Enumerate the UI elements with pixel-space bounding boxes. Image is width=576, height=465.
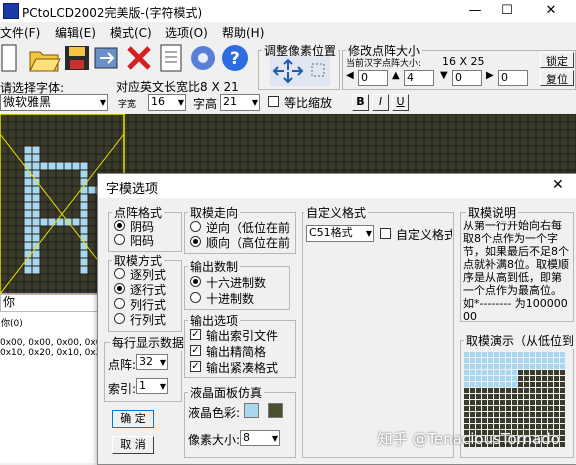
- width-label: 字宽: [118, 100, 137, 110]
- new-icon[interactable]: [0, 42, 30, 74]
- lcd-sim-group: [184, 392, 296, 458]
- checkbox-compact[interactable]: ✓: [190, 345, 201, 356]
- dot-count-select[interactable]: 32: [136, 354, 168, 370]
- option-forward: 顺向（高位在前: [206, 236, 291, 250]
- radio-decimal[interactable]: [190, 292, 201, 303]
- lock-button[interactable]: 锁定: [540, 52, 574, 68]
- radio-yin[interactable]: [114, 220, 125, 231]
- pixel-size-select[interactable]: 8: [240, 430, 280, 446]
- index-select[interactable]: 1: [136, 378, 168, 394]
- up-arrow-icon[interactable]: ▲: [392, 70, 402, 84]
- radio-column-row[interactable]: [114, 298, 125, 309]
- help-icon[interactable]: ?: [220, 42, 250, 74]
- explain-text: 从第一行开始向右每取8个点作为一个字节，如果最后不足8个点就补满8位。取模顺序是…: [463, 219, 569, 322]
- maximize-button[interactable]: ☐: [492, 2, 522, 20]
- checkbox-tight[interactable]: ✓: [190, 361, 201, 372]
- radio-hex[interactable]: [190, 276, 201, 287]
- restore-button[interactable]: 复位: [540, 70, 574, 86]
- radio-reverse[interactable]: [190, 221, 201, 232]
- radio-row-column[interactable]: [114, 313, 125, 324]
- resize-field-top[interactable]: 4: [404, 70, 434, 86]
- underline-button[interactable]: U: [392, 94, 409, 111]
- menu-mode[interactable]: 模式(C): [110, 24, 152, 41]
- settings-icon[interactable]: [188, 42, 218, 74]
- menu-options[interactable]: 选项(O): [165, 24, 208, 41]
- option-row-column: 行列式: [130, 313, 167, 327]
- explain-label: 取模说明: [466, 204, 519, 221]
- option-yang: 阳码: [130, 234, 155, 248]
- preview-panel: 你 你(0) 0x00, 0x00, 0x00, 0x00, 0x00 0x10…: [0, 294, 135, 463]
- bold-button[interactable]: B: [352, 94, 369, 111]
- per-line-label: 每行显示数据: [110, 334, 187, 351]
- lcd-sim-label: 液晶面板仿真: [188, 384, 265, 401]
- scale-label: 等比缩放: [284, 96, 333, 110]
- menu-help[interactable]: 帮助(H): [222, 24, 264, 41]
- watermark-text: 知乎 @TenaciousTornado: [377, 430, 560, 448]
- custom-format-checkbox-label: 自定义格式: [396, 228, 452, 242]
- char-input[interactable]: 你: [0, 294, 100, 312]
- lcd-background-swatch[interactable]: [268, 403, 283, 418]
- option-hex: 十六进制数: [206, 276, 267, 290]
- option-decimal: 十进制数: [206, 292, 255, 306]
- dialog-title: 字模选项: [106, 182, 159, 197]
- option-index-file: 输出索引文件: [206, 329, 279, 343]
- checkbox-index-file[interactable]: ✓: [190, 329, 201, 340]
- lcd-foreground-swatch[interactable]: [244, 403, 259, 418]
- dialog-title-bar: [98, 174, 576, 198]
- close-button[interactable]: ✕: [536, 2, 566, 20]
- index-label: 索引:: [108, 382, 137, 396]
- window-title: PCtoLCD2002完美版-(字符模式): [22, 6, 203, 20]
- custom-format-checkbox[interactable]: [380, 228, 391, 239]
- italic-button[interactable]: I: [372, 94, 389, 111]
- down-arrow-icon[interactable]: ▼: [440, 70, 450, 84]
- resize-field-right[interactable]: 0: [498, 70, 528, 86]
- title-bar: PCtoLCD2002完美版-(字符模式) — ☐ ✕: [0, 0, 576, 22]
- char-index-text: 你(0): [1, 319, 23, 329]
- left-arrow-icon[interactable]: ◀: [346, 70, 356, 84]
- open-icon[interactable]: [28, 42, 61, 74]
- explain-group: 从第一行开始向右每取8个点作为一个字节，如果最后不足8个点就补满8位。取模顺序是…: [460, 212, 574, 322]
- current-size-value: 16 X 25: [442, 55, 485, 68]
- shift-arrows-icon[interactable]: [270, 56, 330, 89]
- radio-yang[interactable]: [114, 234, 125, 245]
- demo-label: 取模演示（从低位到: [464, 332, 576, 349]
- save-icon[interactable]: [62, 42, 92, 74]
- radio-column[interactable]: [114, 268, 125, 279]
- dialog-close-icon[interactable]: ✕: [552, 177, 564, 193]
- lcd-color-label: 液晶色彩:: [188, 406, 241, 420]
- resize-field-bottom[interactable]: 0: [452, 70, 482, 86]
- radio-row[interactable]: [114, 283, 125, 294]
- dot-count-label: 点阵:: [108, 358, 137, 372]
- option-tight: 输出紧凑格式: [206, 361, 279, 375]
- menu-file[interactable]: 文件(F): [0, 24, 40, 41]
- delete-icon[interactable]: [124, 42, 154, 74]
- format-select[interactable]: C51格式: [306, 225, 374, 242]
- app-icon: [3, 3, 19, 19]
- menu-edit[interactable]: 编辑(E): [55, 24, 96, 41]
- font-options-dialog: 字模选项 ✕ 点阵格式 阴码 阳码 取模方式 逐列式 逐行式 列行式 行列式 每…: [97, 173, 576, 465]
- radio-forward[interactable]: [190, 236, 201, 247]
- width-select[interactable]: 16: [148, 94, 186, 111]
- number-system-label: 输出数制: [188, 258, 241, 275]
- font-select[interactable]: 微软雅黑: [0, 94, 108, 111]
- ok-button[interactable]: 确 定: [112, 410, 154, 428]
- resize-field-left[interactable]: 0: [358, 70, 388, 86]
- export-icon[interactable]: [92, 42, 122, 74]
- svg-text:?: ?: [230, 49, 240, 69]
- height-select[interactable]: 21: [220, 94, 260, 111]
- current-size-label: 当前汉字点阵大小:: [346, 59, 422, 69]
- custom-format-label: 自定义格式: [304, 204, 369, 221]
- custom-format-group: [302, 212, 454, 458]
- option-compact: 输出精简格: [206, 345, 267, 359]
- minimize-button[interactable]: —: [460, 2, 490, 20]
- document-icon[interactable]: [156, 42, 186, 74]
- height-label: 字高: [193, 97, 218, 111]
- right-arrow-icon[interactable]: ▶: [486, 70, 496, 84]
- scale-checkbox[interactable]: [268, 96, 279, 107]
- ratio-label: 对应英文长宽比8 X 21: [116, 80, 239, 94]
- cancel-button[interactable]: 取 消: [112, 436, 154, 454]
- pixel-size-label: 像素大小:: [188, 433, 241, 447]
